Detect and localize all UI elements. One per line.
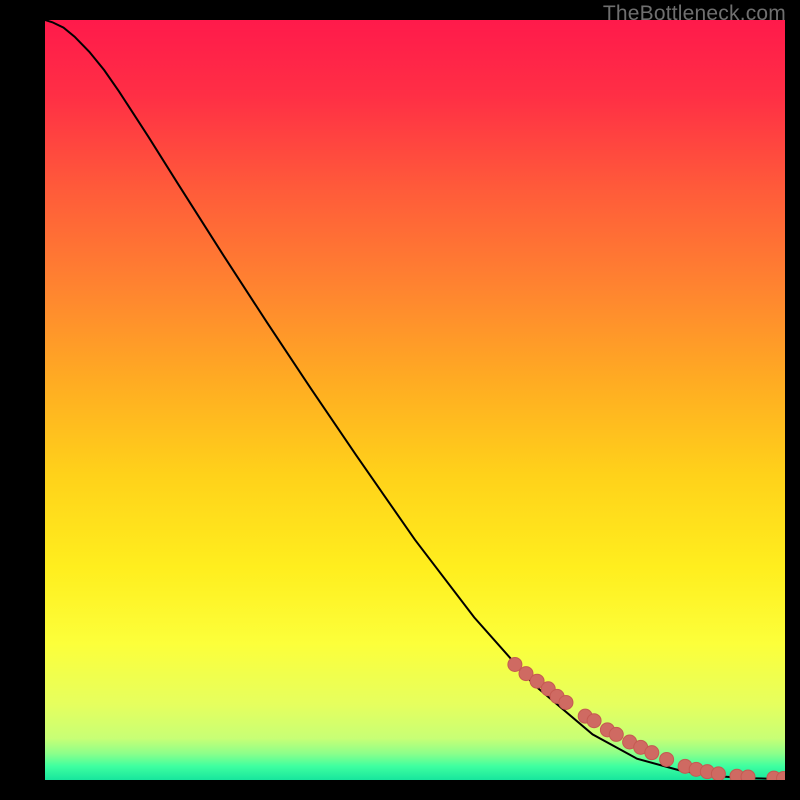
data-marker	[711, 767, 725, 780]
data-marker	[559, 695, 573, 709]
gradient-chart	[45, 20, 785, 780]
data-marker	[645, 746, 659, 760]
chart-stage: TheBottleneck.com	[0, 0, 800, 800]
data-marker	[609, 727, 623, 741]
data-marker	[741, 770, 755, 780]
data-marker	[587, 714, 601, 728]
gradient-fill	[45, 20, 785, 780]
data-marker	[660, 752, 674, 766]
